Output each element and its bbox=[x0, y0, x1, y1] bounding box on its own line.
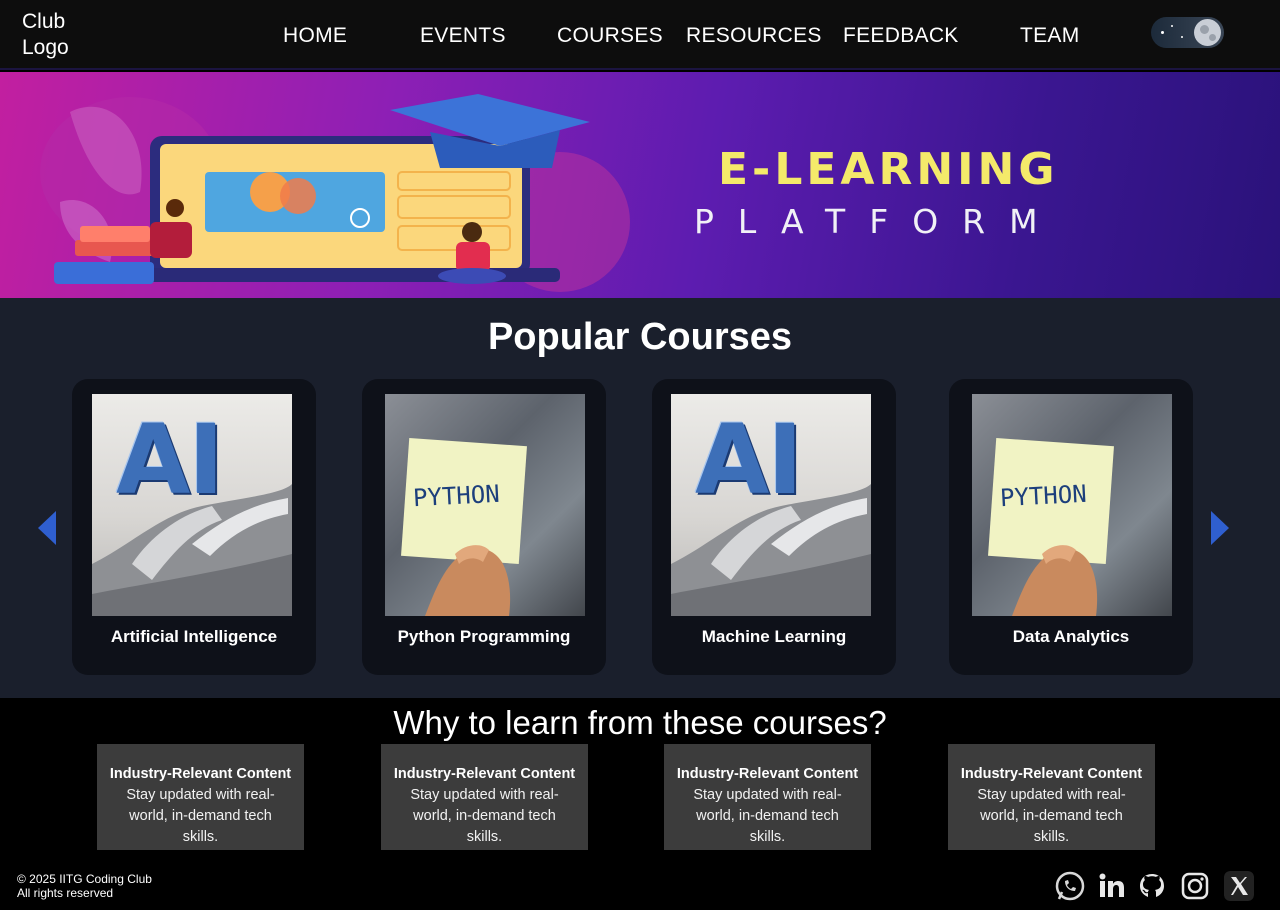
nav-link-resources[interactable]: RESOURCES bbox=[686, 24, 822, 48]
feature-text: Stay updated with real-world, in-demand … bbox=[693, 787, 842, 845]
feature-box: Industry-Relevant Content Stay updated w… bbox=[381, 744, 588, 850]
course-label: Data Analytics bbox=[1012, 627, 1130, 646]
rights-text: All rights reserved bbox=[17, 886, 114, 900]
course-label: Artificial Intelligence bbox=[110, 627, 278, 646]
star-icon bbox=[1171, 25, 1173, 27]
course-card[interactable]: AI Artificial Intelligence bbox=[72, 379, 316, 675]
top-navbar: Club Logo HOME EVENTS COURSES RESOURCES … bbox=[0, 0, 1280, 70]
hero-subtitle: PLATFORM bbox=[694, 202, 1062, 241]
section-title: Popular Courses bbox=[487, 316, 793, 358]
nav-link-home[interactable]: HOME bbox=[283, 24, 347, 48]
x-icon[interactable] bbox=[1224, 871, 1254, 901]
feature-text: Stay updated with real-world, in-demand … bbox=[977, 787, 1126, 845]
why-title: Why to learn from these courses? bbox=[393, 704, 887, 741]
instagram-icon[interactable] bbox=[1180, 871, 1210, 901]
popular-courses-section: Popular Courses AI Artificial Intelligen… bbox=[0, 298, 1280, 698]
feature-box: Industry-Relevant Content Stay updated w… bbox=[97, 744, 304, 850]
laptop-graduation-illustration bbox=[40, 94, 630, 292]
ai-course-image: AI bbox=[671, 394, 871, 616]
nav-link-courses[interactable]: COURSES bbox=[557, 24, 663, 48]
feature-box: Industry-Relevant Content Stay updated w… bbox=[948, 744, 1155, 850]
linkedin-icon[interactable] bbox=[1097, 871, 1127, 901]
copyright-text: © 2025 IITG Coding Club bbox=[17, 872, 152, 886]
theme-toggle[interactable] bbox=[1151, 17, 1224, 48]
chevron-left-icon[interactable] bbox=[38, 511, 56, 545]
footer-copyright: © 2025 IITG Coding Club All rights reser… bbox=[17, 872, 152, 900]
moon-icon bbox=[1194, 19, 1221, 46]
feature-heading: Industry-Relevant Content bbox=[960, 766, 1143, 782]
course-card[interactable]: PYTHON Python Programming bbox=[362, 379, 606, 675]
hero-banner: E-LEARNING PLATFORM bbox=[0, 72, 1280, 298]
course-card[interactable]: PYTHON Data Analytics bbox=[949, 379, 1193, 675]
star-icon bbox=[1161, 31, 1164, 34]
course-label: Python Programming bbox=[397, 627, 571, 646]
nav-link-team[interactable]: TEAM bbox=[1020, 24, 1080, 48]
feature-text: Stay updated with real-world, in-demand … bbox=[126, 787, 275, 845]
feature-heading: Industry-Relevant Content bbox=[109, 766, 292, 782]
logo-line-2: Logo bbox=[22, 36, 69, 59]
feature-heading: Industry-Relevant Content bbox=[393, 766, 576, 782]
chevron-right-icon[interactable] bbox=[1211, 511, 1229, 545]
logo-line-1: Club bbox=[22, 10, 66, 33]
feature-text: Stay updated with real-world, in-demand … bbox=[410, 787, 559, 845]
hero-title: E-LEARNING bbox=[718, 144, 1059, 195]
python-course-image: PYTHON bbox=[385, 394, 585, 616]
feature-heading: Industry-Relevant Content bbox=[676, 766, 859, 782]
nav-link-events[interactable]: EVENTS bbox=[420, 24, 506, 48]
python-course-image: PYTHON bbox=[972, 394, 1172, 616]
feature-box: Industry-Relevant Content Stay updated w… bbox=[664, 744, 871, 850]
ai-course-image: AI bbox=[92, 394, 292, 616]
nav-link-feedback[interactable]: FEEDBACK bbox=[843, 24, 959, 48]
github-icon[interactable] bbox=[1137, 871, 1167, 901]
course-card[interactable]: AI Machine Learning bbox=[652, 379, 896, 675]
club-logo[interactable]: Club Logo bbox=[22, 9, 69, 61]
whatsapp-icon[interactable] bbox=[1055, 871, 1085, 901]
star-icon bbox=[1181, 36, 1183, 38]
course-label: Machine Learning bbox=[701, 627, 847, 646]
